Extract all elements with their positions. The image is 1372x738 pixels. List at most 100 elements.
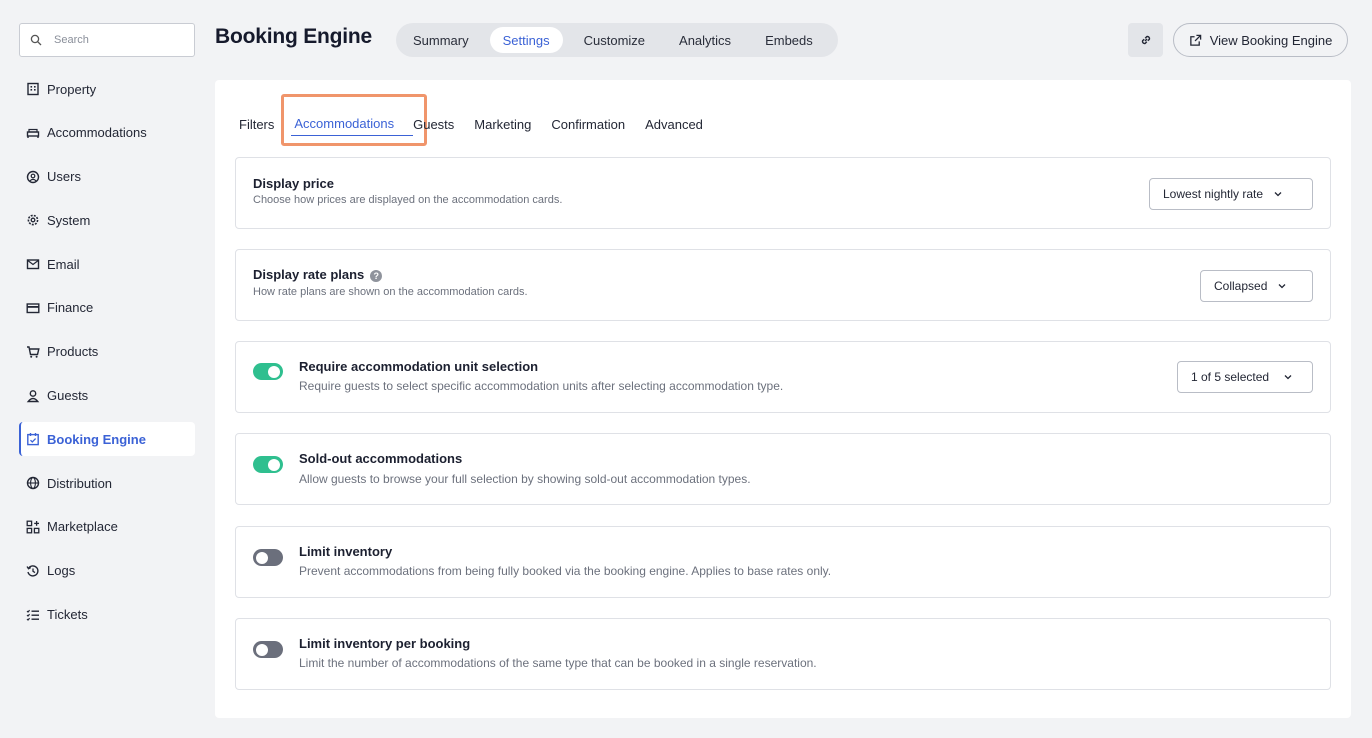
active-subtab-underline — [291, 135, 413, 136]
limit-inventory-description: Prevent accommodations from being fully … — [299, 564, 832, 578]
sidebar-item-label: Finance — [47, 300, 94, 316]
limit-inventory-title: Limit inventory — [299, 544, 393, 559]
user-circle-icon — [25, 169, 41, 185]
credit-card-icon — [25, 300, 41, 316]
unit-selection-description: Require guests to select specific accomm… — [299, 379, 784, 393]
sidebar-item-label: Products — [47, 344, 99, 360]
sidebar-item-label: Tickets — [47, 607, 88, 623]
display-price-value: Lowest nightly rate — [1163, 187, 1264, 201]
display-rate-plans-card: Display rate plans? How rate plans are s… — [235, 249, 1331, 321]
display-price-description: Choose how prices are displayed on the a… — [253, 194, 563, 206]
unit-selection-select[interactable]: 1 of 5 selected — [1177, 361, 1313, 393]
sidebar-item-label: Property — [47, 81, 97, 97]
page-title: Booking Engine — [215, 25, 373, 48]
sidebar-item-label: Email — [47, 256, 80, 272]
sidebar-item-email[interactable]: Email — [19, 247, 195, 281]
bed-icon — [25, 125, 41, 141]
unit-selection-card: Require accommodation unit selection Req… — [235, 341, 1331, 413]
subtab-guests[interactable]: Guests — [413, 117, 454, 132]
top-tab-bar: Summary Settings Customize Analytics Emb… — [396, 23, 838, 57]
limit-inventory-toggle[interactable] — [253, 549, 283, 566]
link-icon — [1141, 35, 1150, 45]
sidebar: Property Accommodations Users System Ema… — [0, 0, 210, 738]
view-button-label: View Booking Engine — [1209, 32, 1333, 48]
display-rate-plans-select[interactable]: Collapsed — [1200, 270, 1313, 302]
sidebar-item-label: Marketplace — [47, 519, 118, 535]
display-rate-plans-title: Display rate plans? — [253, 267, 383, 282]
display-price-select[interactable]: Lowest nightly rate — [1149, 178, 1313, 210]
chevron-down-icon — [1278, 284, 1286, 289]
sidebar-item-users[interactable]: Users — [19, 160, 195, 194]
limit-per-booking-toggle[interactable] — [253, 641, 283, 658]
tab-embeds[interactable]: Embeds — [752, 27, 826, 53]
history-icon — [25, 563, 41, 579]
unit-selection-title: Require accommodation unit selection — [299, 359, 539, 374]
sidebar-item-booking-engine[interactable]: Booking Engine — [19, 422, 195, 457]
calendar-check-icon — [25, 431, 41, 447]
unit-selection-toggle[interactable] — [253, 363, 283, 380]
search-box[interactable] — [19, 23, 195, 57]
toggle-knob — [268, 365, 280, 378]
display-rate-plans-title-text: Display rate plans — [253, 267, 365, 282]
sold-out-toggle[interactable] — [253, 456, 283, 473]
sidebar-item-label: Booking Engine — [47, 431, 146, 447]
sidebar-item-guests[interactable]: Guests — [19, 379, 195, 413]
toggle-knob — [256, 551, 268, 564]
limit-per-booking-card: Limit inventory per booking Limit the nu… — [235, 618, 1331, 690]
cart-icon — [25, 344, 41, 360]
help-icon[interactable]: ? — [370, 269, 383, 282]
search-input[interactable] — [54, 34, 184, 46]
sold-out-card: Sold-out accommodations Allow guests to … — [235, 433, 1331, 505]
display-price-title: Display price — [253, 176, 334, 191]
subtab-filters[interactable]: Filters — [239, 117, 274, 132]
chevron-down-icon — [1284, 375, 1292, 380]
envelope-icon — [25, 256, 41, 272]
sidebar-item-label: System — [47, 212, 91, 228]
toggle-knob — [256, 643, 268, 656]
view-booking-engine-button[interactable]: View Booking Engine — [1173, 23, 1348, 57]
tab-summary[interactable]: Summary — [400, 27, 482, 53]
sidebar-item-products[interactable]: Products — [19, 335, 195, 369]
list-check-icon — [25, 607, 41, 623]
sidebar-item-label: Logs — [47, 563, 76, 579]
copy-link-button[interactable] — [1128, 23, 1163, 57]
sidebar-item-system[interactable]: System — [19, 203, 195, 237]
sold-out-title: Sold-out accommodations — [299, 451, 463, 466]
settings-panel: Filters Accommodations Guests Marketing … — [215, 80, 1351, 718]
sidebar-item-tickets[interactable]: Tickets — [19, 598, 195, 632]
sidebar-item-label: Users — [47, 169, 81, 185]
search-icon — [30, 34, 42, 46]
sidebar-item-accommodations[interactable]: Accommodations — [19, 116, 195, 150]
unit-selection-value: 1 of 5 selected — [1191, 370, 1270, 384]
subtab-advanced[interactable]: Advanced — [645, 117, 703, 132]
display-price-card: Display price Choose how prices are disp… — [235, 157, 1331, 229]
sidebar-nav: Property Accommodations Users System Ema… — [19, 72, 195, 641]
person-icon — [25, 388, 41, 404]
subtab-confirmation[interactable]: Confirmation — [551, 117, 625, 132]
display-rate-plans-description: How rate plans are shown on the accommod… — [253, 286, 528, 298]
sidebar-item-finance[interactable]: Finance — [19, 291, 195, 325]
sidebar-item-label: Distribution — [47, 475, 113, 491]
sidebar-item-label: Guests — [47, 388, 89, 404]
limit-per-booking-title: Limit inventory per booking — [299, 636, 471, 651]
limit-inventory-card: Limit inventory Prevent accommodations f… — [235, 526, 1331, 598]
sidebar-item-property[interactable]: Property — [19, 72, 195, 106]
subtab-marketing[interactable]: Marketing — [474, 117, 531, 132]
sidebar-item-marketplace[interactable]: Marketplace — [19, 510, 195, 544]
toggle-knob — [268, 458, 280, 471]
display-rate-plans-value: Collapsed — [1214, 279, 1268, 293]
limit-per-booking-description: Limit the number of accommodations of th… — [299, 656, 817, 670]
globe-icon — [25, 475, 41, 491]
gear-icon — [25, 212, 41, 228]
sidebar-item-label: Accommodations — [47, 125, 147, 141]
tab-customize[interactable]: Customize — [571, 27, 658, 53]
subtab-accommodations[interactable]: Accommodations — [294, 116, 394, 131]
tab-analytics[interactable]: Analytics — [666, 27, 744, 53]
sidebar-item-distribution[interactable]: Distribution — [19, 466, 195, 500]
building-icon — [25, 81, 41, 97]
sold-out-description: Allow guests to browse your full selecti… — [299, 472, 751, 486]
grid-plus-icon — [25, 519, 41, 535]
sidebar-item-logs[interactable]: Logs — [19, 554, 195, 588]
tab-settings[interactable]: Settings — [489, 27, 563, 53]
chevron-down-icon — [1274, 192, 1282, 197]
